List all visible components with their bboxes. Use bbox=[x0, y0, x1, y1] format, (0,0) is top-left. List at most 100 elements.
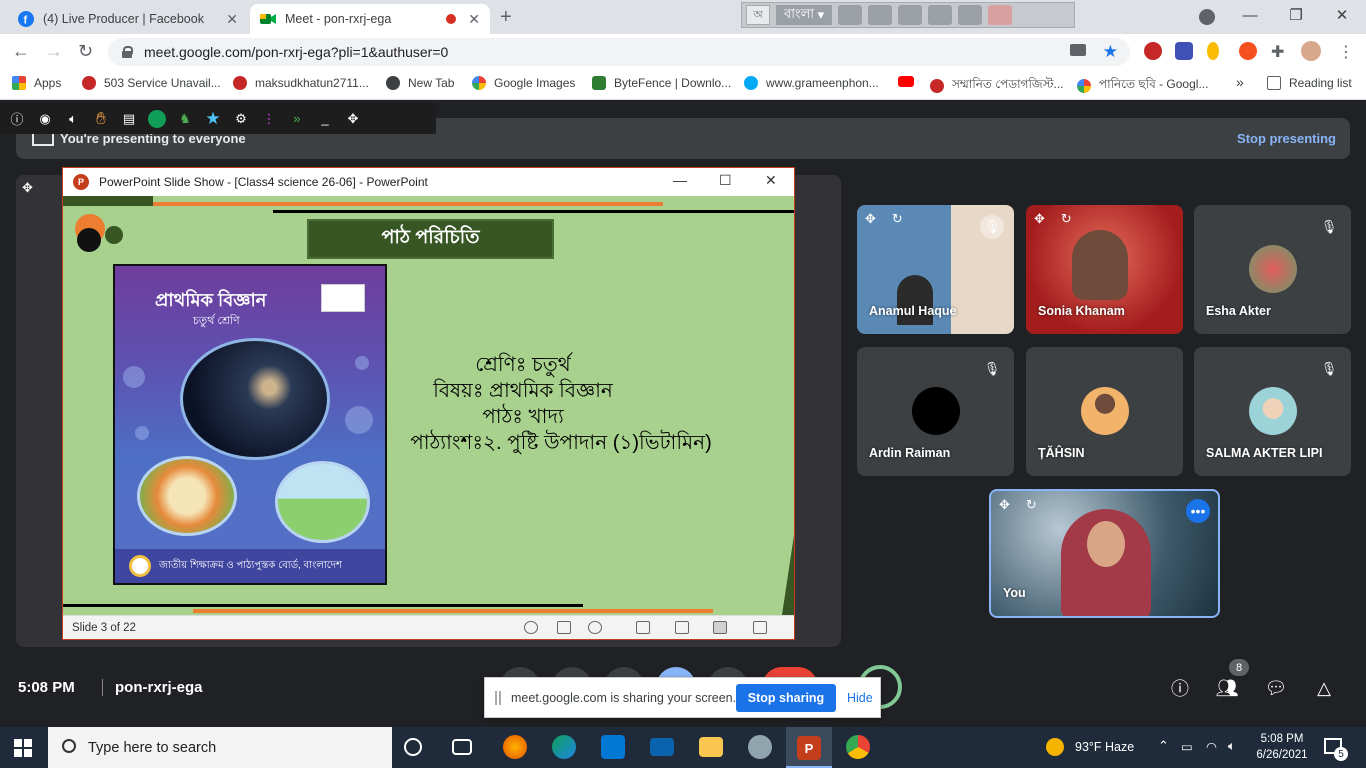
reload-icon[interactable]: ↻ bbox=[78, 41, 93, 62]
langbar-button[interactable] bbox=[898, 5, 923, 25]
star-icon[interactable]: ★ bbox=[204, 109, 222, 128]
bookmark-item[interactable]: পানিতে ছবি - Googl... bbox=[1077, 76, 1208, 96]
omnibox[interactable]: meet.google.com/pon-rxrj-ega?pli=1&authu… bbox=[108, 38, 1130, 66]
meeting-info-icon[interactable]: ⓘ bbox=[1168, 676, 1192, 700]
back-icon[interactable]: ← bbox=[12, 41, 30, 62]
gear-icon[interactable]: ⚙ bbox=[232, 110, 250, 128]
reading-view-icon[interactable] bbox=[713, 621, 727, 634]
app-icon[interactable] bbox=[748, 735, 772, 759]
firefox-icon[interactable] bbox=[503, 735, 527, 759]
bookmark-item[interactable]: Google Images bbox=[472, 76, 575, 90]
hide-button[interactable]: Hide bbox=[847, 691, 873, 705]
tab-facebook[interactable]: f (4) Live Producer | Facebook ✕ bbox=[8, 4, 248, 34]
stop-presenting-button[interactable]: Stop presenting bbox=[1237, 131, 1336, 146]
langbar-button[interactable] bbox=[838, 5, 863, 25]
tab-meet[interactable]: Meet - pon-rxrj-ega ✕ bbox=[250, 4, 490, 34]
edge-icon[interactable] bbox=[552, 735, 576, 759]
extension-icon[interactable] bbox=[1207, 42, 1219, 60]
file-explorer-icon[interactable] bbox=[699, 737, 723, 757]
slide-notes-icon[interactable] bbox=[557, 621, 571, 634]
langbar-close-button[interactable] bbox=[988, 5, 1013, 25]
participant-tile[interactable]: 🎙︎ Ardin Raiman bbox=[857, 347, 1014, 476]
taskbar-clock[interactable]: 5:08 PM 6/26/2021 bbox=[1254, 731, 1310, 763]
bookmark-item[interactable] bbox=[898, 76, 922, 87]
chrome-icon[interactable] bbox=[846, 735, 870, 759]
forward-icon[interactable]: → bbox=[45, 41, 63, 62]
refresh-icon[interactable]: ↻ bbox=[892, 211, 903, 227]
move-icon[interactable]: ✥ bbox=[22, 180, 33, 196]
cortana-icon[interactable] bbox=[404, 738, 422, 756]
weather-text[interactable]: 93°F Haze bbox=[1075, 740, 1134, 754]
extension-icon[interactable] bbox=[1175, 42, 1193, 60]
participant-tile[interactable]: ✥ ↻ 🎙︎ Anamul Haque bbox=[857, 205, 1014, 334]
extensions-puzzle-icon[interactable]: ✚ bbox=[1271, 42, 1289, 61]
bookmark-item[interactable]: www.grameenphon... bbox=[744, 76, 879, 90]
bookmark-item[interactable]: ByteFence | Downlo... bbox=[592, 76, 731, 90]
drag-grip-icon[interactable] bbox=[495, 691, 501, 705]
new-tab-icon[interactable]: + bbox=[500, 6, 512, 29]
participant-tile[interactable]: 🎙︎ Esha Akter bbox=[1194, 205, 1351, 334]
restore-icon[interactable]: ❐ bbox=[1273, 0, 1319, 30]
slide-sorter-icon[interactable] bbox=[675, 621, 689, 634]
maximize-icon[interactable]: ☐ bbox=[719, 172, 732, 189]
raise-hand-icon[interactable]: ✋︎ bbox=[92, 109, 110, 128]
move-icon[interactable]: ✥ bbox=[344, 110, 362, 128]
move-icon[interactable]: ✥ bbox=[865, 211, 876, 227]
bookmark-item[interactable]: maksudkhatun2711... bbox=[233, 76, 369, 90]
refresh-icon[interactable]: ↻ bbox=[1061, 211, 1072, 227]
self-view-tile[interactable]: ✥ ↻ ••• You bbox=[989, 489, 1220, 618]
mail-icon[interactable] bbox=[650, 738, 674, 756]
clipboard-icon[interactable]: ▤ bbox=[120, 110, 138, 128]
previous-slide-icon[interactable] bbox=[524, 621, 538, 634]
move-icon[interactable]: ✥ bbox=[1034, 211, 1045, 227]
people-icon[interactable]: 👥︎ bbox=[1215, 676, 1239, 700]
participant-tile[interactable]: ȚĂĤSIN bbox=[1026, 347, 1183, 476]
close-tab-icon[interactable]: ✕ bbox=[226, 11, 238, 28]
close-window-icon[interactable]: ✕ bbox=[1319, 0, 1365, 30]
minimize-icon[interactable]: — bbox=[673, 172, 687, 188]
minimize-icon[interactable]: — bbox=[1227, 0, 1273, 30]
reading-list[interactable]: Reading list bbox=[1267, 76, 1352, 90]
bookmark-item[interactable]: 503 Service Unavail... bbox=[82, 76, 221, 90]
volume-icon[interactable]: 🔈︎ bbox=[1228, 739, 1236, 754]
start-windows-icon[interactable] bbox=[14, 739, 32, 757]
minimize-icon[interactable]: _ bbox=[316, 110, 334, 128]
ime-indicator[interactable]: অ bbox=[746, 5, 770, 25]
store-icon[interactable] bbox=[601, 735, 625, 759]
langbar-button[interactable] bbox=[928, 5, 953, 25]
move-icon[interactable]: ✥ bbox=[999, 497, 1010, 513]
menu-dots-icon[interactable]: ⋮ bbox=[1338, 42, 1356, 61]
extension-icon[interactable] bbox=[1239, 42, 1257, 60]
next-slide-icon[interactable] bbox=[588, 621, 602, 634]
slideshow-view-icon[interactable] bbox=[753, 621, 767, 634]
close-icon[interactable]: ✕ bbox=[765, 172, 777, 189]
camera-icon[interactable] bbox=[1070, 44, 1086, 56]
more-vert-icon[interactable]: ⋮ bbox=[260, 110, 278, 128]
powerpoint-taskbar-button[interactable]: P bbox=[786, 727, 832, 768]
bookmark-star-icon[interactable]: ★ bbox=[1103, 42, 1118, 62]
speaker-icon[interactable]: 🔈︎ bbox=[64, 110, 82, 128]
participant-tile[interactable]: ✥ ↻ Sonia Khanam bbox=[1026, 205, 1183, 334]
task-view-icon[interactable] bbox=[452, 739, 472, 755]
battery-icon[interactable]: ▭ bbox=[1181, 739, 1193, 754]
wifi-icon[interactable]: ◠ bbox=[1206, 739, 1217, 754]
refresh-icon[interactable]: ↻ bbox=[1026, 497, 1037, 513]
bookmark-item[interactable]: New Tab bbox=[386, 76, 454, 90]
ribbon-icon[interactable]: ♞ bbox=[176, 110, 194, 128]
langbar-help-button[interactable] bbox=[958, 5, 983, 25]
double-chevron-icon[interactable]: » bbox=[288, 110, 306, 128]
bookmark-apps[interactable]: Apps bbox=[12, 76, 61, 90]
info-icon[interactable]: ⓘ bbox=[8, 110, 26, 128]
langbar-button[interactable] bbox=[868, 5, 893, 25]
eye-icon[interactable]: ◉ bbox=[36, 110, 54, 128]
bookmark-item[interactable]: সম্মানিত পেডাগজিস্ট... bbox=[930, 76, 1064, 96]
emoji-icon[interactable] bbox=[148, 109, 166, 128]
extension-icon[interactable] bbox=[1144, 42, 1162, 60]
bookmarks-overflow[interactable]: » bbox=[1236, 74, 1244, 90]
profile-avatar[interactable] bbox=[1301, 41, 1321, 61]
chat-icon[interactable]: 💬︎ bbox=[1264, 676, 1288, 700]
taskbar-search[interactable]: Type here to search bbox=[48, 727, 392, 768]
more-options-icon[interactable]: ••• bbox=[1186, 499, 1210, 523]
show-hidden-icons-icon[interactable]: ⌃ bbox=[1158, 738, 1169, 754]
close-tab-icon[interactable]: ✕ bbox=[468, 11, 480, 28]
